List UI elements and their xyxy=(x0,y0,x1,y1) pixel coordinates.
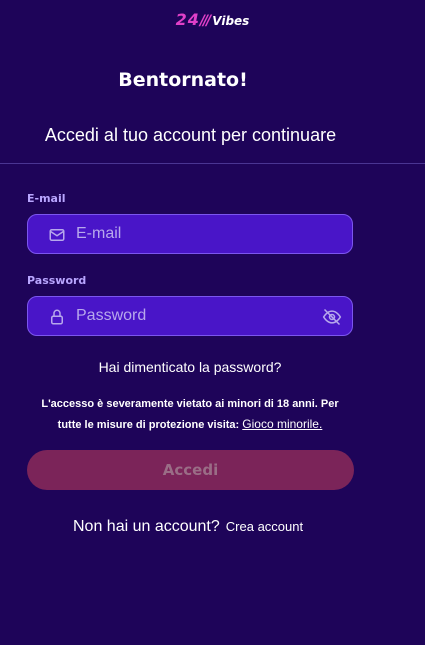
logo-number: 24 xyxy=(175,10,200,29)
page-subtitle: Accedi al tuo account per continuare xyxy=(44,125,337,145)
signup-row: Non hai un account? Crea account xyxy=(73,518,303,536)
email-placeholder: E-mail xyxy=(76,225,122,242)
lock-icon xyxy=(51,309,63,325)
forgot-password-link[interactable]: Hai dimenticato la password? xyxy=(0,359,380,375)
page-title: Bentornato! xyxy=(118,69,248,91)
login-button[interactable]: Accedi xyxy=(27,450,354,490)
age-notice: L'accesso è severamente vietato ai minor… xyxy=(30,394,350,435)
header-divider xyxy=(0,163,425,164)
minor-gambling-link[interactable]: Gioco minorile. xyxy=(242,417,322,431)
password-label: Password xyxy=(27,274,87,287)
brand-logo: 24///Vibes xyxy=(0,10,425,29)
signup-prompt: Non hai un account? xyxy=(73,518,220,535)
create-account-link[interactable]: Crea account xyxy=(226,519,303,534)
password-placeholder: Password xyxy=(76,307,147,324)
envelope-icon xyxy=(49,229,65,241)
password-field[interactable]: Password xyxy=(27,296,353,336)
logo-slashes: /// xyxy=(199,13,211,29)
email-label: E-mail xyxy=(27,192,66,205)
eye-off-icon[interactable] xyxy=(322,307,342,327)
logo-word: Vibes xyxy=(212,14,250,28)
email-field[interactable]: E-mail xyxy=(27,214,353,254)
